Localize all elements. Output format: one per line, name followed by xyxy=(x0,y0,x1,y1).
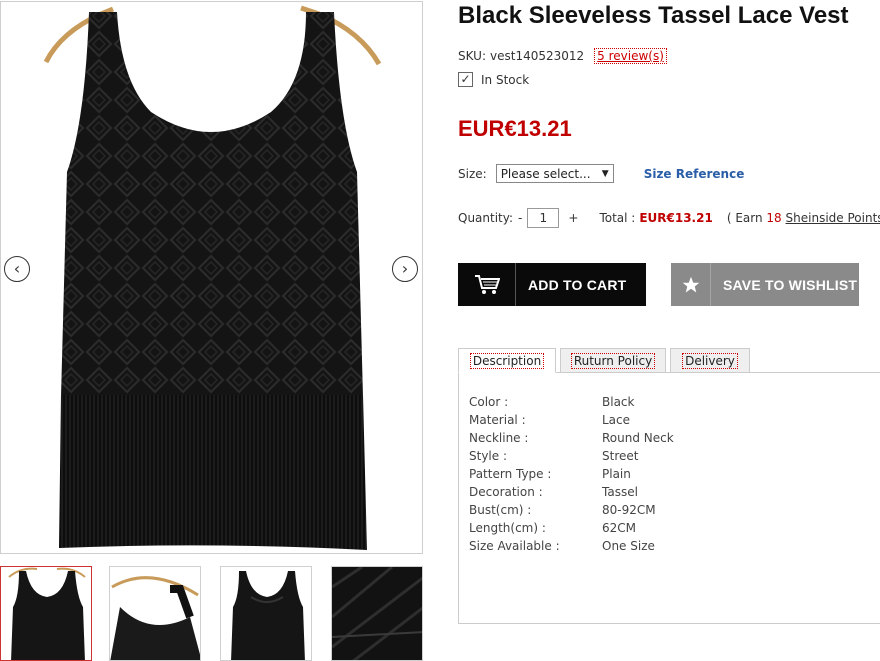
spec-key: Decoration : xyxy=(469,485,543,499)
cart-icon xyxy=(458,263,516,306)
thumbnail-strip xyxy=(0,566,423,661)
quantity-label: Quantity: xyxy=(458,211,514,225)
add-to-cart-label: ADD TO CART xyxy=(528,276,627,293)
product-price: EUR€13.21 xyxy=(458,116,572,141)
stock-label: In Stock xyxy=(481,72,530,87)
spec-value: 62CM xyxy=(602,521,637,535)
stock-status: ✓ In Stock xyxy=(458,72,529,87)
spec-value: Round Neck xyxy=(602,431,674,445)
quantity-increase-button[interactable]: + xyxy=(563,211,583,225)
spec-key: Pattern Type : xyxy=(469,467,552,481)
spec-key: Neckline : xyxy=(469,431,529,445)
spec-key: Style : xyxy=(469,449,507,463)
quantity-row: Quantity: - 1 + Total : EUR€13.21 ( Earn… xyxy=(458,208,880,228)
product-title: Black Sleeveless Tassel Lace Vest xyxy=(458,2,849,29)
add-to-cart-button[interactable]: ADD TO CART xyxy=(458,263,646,306)
spec-key: Material : xyxy=(469,413,526,427)
save-to-wishlist-label: SAVE TO WISHLIST xyxy=(723,276,858,293)
vest-illustration xyxy=(43,5,382,550)
spec-key: Bust(cm) : xyxy=(469,503,532,517)
reviews-link[interactable]: 5 review(s) xyxy=(594,48,667,64)
thumbnail-3[interactable] xyxy=(220,566,312,661)
star-icon xyxy=(671,263,711,306)
tab-delivery-label: Delivery xyxy=(682,352,738,369)
tab-return-policy-label: Ruturn Policy xyxy=(570,352,656,369)
sheinside-points-link[interactable]: Sheinside Points xyxy=(786,211,880,225)
chevron-right-icon[interactable]: › xyxy=(392,256,418,282)
quantity-input[interactable]: 1 xyxy=(527,208,560,228)
tab-delivery[interactable]: Delivery xyxy=(670,348,750,373)
sku-label: SKU: xyxy=(458,49,486,63)
size-row: Size: Please select... ▼ Size Reference xyxy=(458,164,744,183)
spec-key: Color : xyxy=(469,395,509,409)
size-select[interactable]: Please select... ▼ xyxy=(495,164,614,183)
thumbnail-2[interactable] xyxy=(109,566,201,661)
spec-value: 80-92CM xyxy=(602,503,656,517)
main-product-image[interactable]: ‹ › xyxy=(0,1,423,554)
save-to-wishlist-button[interactable]: SAVE TO WISHLIST xyxy=(671,263,859,306)
product-tabs: Description Ruturn Policy Delivery xyxy=(458,348,880,373)
spec-value: Lace xyxy=(602,413,631,427)
earn-points: ( Earn 18 Sheinside Points ) xyxy=(727,211,880,225)
spec-value: Plain xyxy=(602,467,631,481)
size-reference-link[interactable]: Size Reference xyxy=(644,167,745,181)
thumbnail-4[interactable] xyxy=(331,566,423,661)
tab-description-label: Description xyxy=(469,352,545,369)
spec-value: Street xyxy=(602,449,639,463)
dropdown-arrow-icon: ▼ xyxy=(601,168,609,179)
tab-description[interactable]: Description xyxy=(458,348,556,373)
spec-key: Length(cm) : xyxy=(469,521,546,535)
sku-row: SKU: vest140523012 5 review(s) xyxy=(458,48,667,64)
check-icon: ✓ xyxy=(458,72,473,87)
size-select-value: Please select... xyxy=(500,166,591,181)
spec-value: One Size xyxy=(602,539,655,553)
size-label: Size: xyxy=(458,166,487,181)
tab-return-policy[interactable]: Ruturn Policy xyxy=(560,348,666,373)
sku-value: vest140523012 xyxy=(490,49,585,63)
earn-prefix: ( Earn xyxy=(726,211,763,225)
spec-key: Size Available : xyxy=(469,539,560,553)
thumbnail-1[interactable] xyxy=(0,566,92,661)
description-panel: Color : Black Material : Lace Neckline :… xyxy=(458,373,880,624)
quantity-decrease-button[interactable]: - xyxy=(513,211,527,225)
total-label: Total : xyxy=(599,211,636,225)
total-value: EUR€13.21 xyxy=(639,211,713,225)
chevron-left-icon[interactable]: ‹ xyxy=(4,256,30,282)
earn-points-value: 18 xyxy=(766,211,782,225)
spec-value: Tassel xyxy=(602,485,638,499)
spec-value: Black xyxy=(602,395,635,409)
